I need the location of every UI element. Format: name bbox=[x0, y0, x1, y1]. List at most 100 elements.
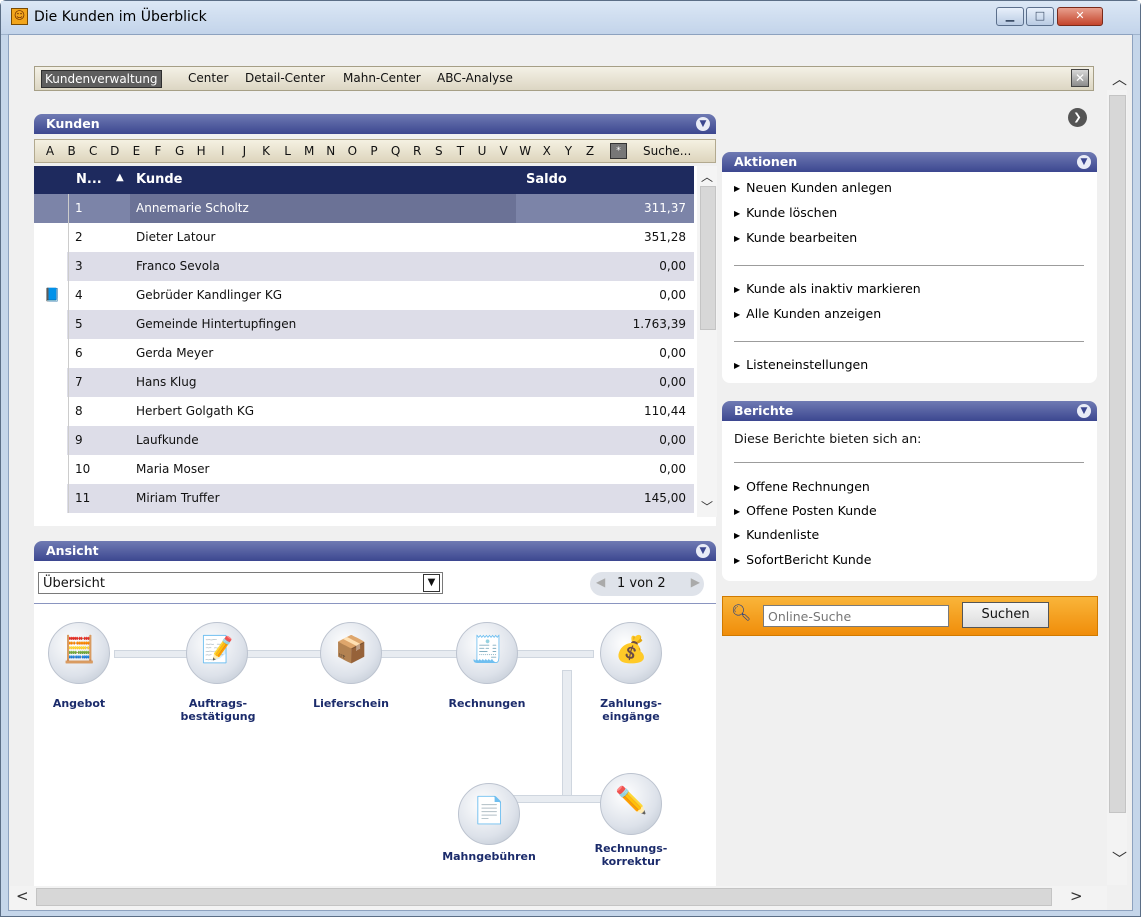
auftragsbestaetigung-icon[interactable]: 📝 bbox=[186, 622, 248, 684]
letter-filter-k[interactable]: K bbox=[259, 144, 273, 158]
zahlungseingaenge-label: Zahlungs- eingänge bbox=[600, 697, 662, 723]
scroll-right-icon[interactable]: > bbox=[1070, 887, 1083, 905]
cell-kunde: Dieter Latour bbox=[136, 230, 216, 244]
pager-label: 1 von 2 bbox=[617, 576, 666, 591]
table-row[interactable]: 11 Miriam Truffer 145,00 bbox=[34, 484, 694, 513]
pager-prev-icon[interactable]: ◀ bbox=[596, 575, 605, 589]
table-row[interactable]: 5 Gemeinde Hintertupfingen 1.763,39 bbox=[34, 310, 694, 339]
letter-filter-p[interactable]: P bbox=[367, 144, 381, 158]
tab-detail-center[interactable]: Detail-Center bbox=[242, 70, 328, 88]
scroll-down-icon[interactable]: ﹀ bbox=[1112, 848, 1127, 869]
letter-filter-n[interactable]: N bbox=[324, 144, 338, 158]
letter-filter-u[interactable]: U bbox=[475, 144, 489, 158]
rechnungskorrektur-icon[interactable]: ✏️ bbox=[600, 773, 662, 835]
online-search-input[interactable] bbox=[763, 605, 949, 627]
horizontal-scrollbar-thumb[interactable] bbox=[36, 888, 1052, 906]
table-scroll-down-icon[interactable]: ﹀ bbox=[701, 498, 713, 515]
letter-filter-c[interactable]: C bbox=[86, 144, 100, 158]
tab-abc-analyse[interactable]: ABC-Analyse bbox=[434, 70, 516, 88]
table-row[interactable]: 9 Laufkunde 0,00 bbox=[34, 426, 694, 455]
letter-filter-m[interactable]: M bbox=[302, 144, 316, 158]
letter-filter-o[interactable]: O bbox=[345, 144, 359, 158]
action-kunde-bearbeiten[interactable]: Kunde bearbeiten bbox=[734, 230, 857, 245]
table-row[interactable]: 3 Franco Sevola 0,00 bbox=[34, 252, 694, 281]
tab-center[interactable]: Center bbox=[185, 70, 231, 88]
action-kunde-loeschen[interactable]: Kunde löschen bbox=[734, 205, 837, 220]
letter-filter-r[interactable]: R bbox=[410, 144, 424, 158]
window-scrollbar-thumb[interactable] bbox=[1109, 95, 1126, 813]
table-row[interactable]: 8 Herbert Golgath KG 110,44 bbox=[34, 397, 694, 426]
letter-filter-v[interactable]: V bbox=[497, 144, 511, 158]
cell-saldo: 0,00 bbox=[659, 375, 686, 389]
letter-filter-x[interactable]: X bbox=[540, 144, 554, 158]
report-kundenliste[interactable]: Kundenliste bbox=[734, 527, 819, 542]
collapse-chevron-icon[interactable]: ▼ bbox=[1077, 404, 1091, 418]
view-select[interactable]: Übersicht ▼ bbox=[38, 572, 443, 594]
action-neuen-kunden-anlegen[interactable]: Neuen Kunden anlegen bbox=[734, 180, 892, 195]
scroll-left-icon[interactable]: < bbox=[16, 887, 29, 905]
tab-mahn-center[interactable]: Mahn-Center bbox=[340, 70, 424, 88]
rechnungen-icon[interactable]: 🧾 bbox=[456, 622, 518, 684]
sort-ascending-icon[interactable]: ▲ bbox=[116, 172, 124, 183]
note-book-icon[interactable]: 📘 bbox=[44, 281, 60, 310]
dropdown-arrow-icon[interactable]: ▼ bbox=[423, 574, 440, 592]
report-sofortbericht[interactable]: SofortBericht Kunde bbox=[734, 552, 871, 567]
letter-filter-l[interactable]: L bbox=[281, 144, 295, 158]
search-button[interactable]: Suchen bbox=[962, 602, 1049, 628]
table-row[interactable]: 6 Gerda Meyer 0,00 bbox=[34, 339, 694, 368]
table-row[interactable]: 1 Annemarie Scholtz 311,37 bbox=[34, 194, 694, 223]
letter-filter-s[interactable]: S bbox=[432, 144, 446, 158]
collapse-chevron-icon[interactable]: ▼ bbox=[696, 544, 710, 558]
report-offene-posten[interactable]: Offene Posten Kunde bbox=[734, 503, 877, 518]
tab-kundenverwaltung[interactable]: Kundenverwaltung bbox=[41, 70, 162, 88]
table-scrollbar-thumb[interactable] bbox=[700, 186, 716, 330]
letter-filter-h[interactable]: H bbox=[194, 144, 208, 158]
letter-filter-y[interactable]: Y bbox=[561, 144, 575, 158]
table-row[interactable]: 10 Maria Moser 0,00 bbox=[34, 455, 694, 484]
search-link[interactable]: Suche... bbox=[643, 144, 691, 158]
letter-filter-d[interactable]: D bbox=[108, 144, 122, 158]
pager-next-icon[interactable]: ▶ bbox=[691, 575, 700, 589]
maximize-button[interactable]: □ bbox=[1026, 7, 1054, 26]
close-module-button[interactable]: ✕ bbox=[1071, 69, 1089, 87]
action-listeneinstellungen[interactable]: Listeneinstellungen bbox=[734, 357, 868, 372]
letter-filter-b[interactable]: B bbox=[65, 144, 79, 158]
minimize-button[interactable]: ▁ bbox=[996, 7, 1024, 26]
expand-panel-icon[interactable]: ❯ bbox=[1068, 108, 1087, 127]
column-header-saldo[interactable]: Saldo bbox=[526, 172, 567, 187]
zahlungseingaenge-icon[interactable]: 💰 bbox=[600, 622, 662, 684]
scroll-up-icon[interactable]: ︿ bbox=[1112, 68, 1127, 89]
all-letters-icon[interactable]: * bbox=[610, 143, 627, 159]
kunden-panel-header: Kunden ▼ bbox=[34, 114, 716, 134]
letter-filter-a[interactable]: A bbox=[43, 144, 57, 158]
table-row[interactable]: 2 Dieter Latour 351,28 bbox=[34, 223, 694, 252]
cell-nr: 10 bbox=[68, 455, 132, 484]
action-alle-kunden[interactable]: Alle Kunden anzeigen bbox=[734, 306, 881, 321]
close-button[interactable]: ✕ bbox=[1057, 7, 1103, 26]
letter-filter-j[interactable]: J bbox=[237, 144, 251, 158]
letter-filter-t[interactable]: T bbox=[453, 144, 467, 158]
berichte-panel-title: Berichte bbox=[734, 403, 794, 418]
letter-filter-w[interactable]: W bbox=[518, 144, 532, 158]
collapse-chevron-icon[interactable]: ▼ bbox=[1077, 155, 1091, 169]
mahngebuehren-icon[interactable]: 📄 bbox=[458, 783, 520, 845]
letter-filter-q[interactable]: Q bbox=[389, 144, 403, 158]
table-row[interactable]: 7 Hans Klug 0,00 bbox=[34, 368, 694, 397]
letter-filter-g[interactable]: G bbox=[173, 144, 187, 158]
lieferschein-icon[interactable]: 📦 bbox=[320, 622, 382, 684]
collapse-chevron-icon[interactable]: ▼ bbox=[696, 117, 710, 131]
letter-filter-z[interactable]: Z bbox=[583, 144, 597, 158]
cell-saldo: 1.763,39 bbox=[632, 317, 686, 331]
app-icon: ☺ bbox=[11, 8, 28, 25]
column-header-kunde[interactable]: Kunde bbox=[136, 172, 182, 187]
letter-filter-i[interactable]: I bbox=[216, 144, 230, 158]
row-indicator bbox=[34, 310, 67, 339]
report-offene-rechnungen[interactable]: Offene Rechnungen bbox=[734, 479, 870, 494]
angebot-icon[interactable]: 🧮 bbox=[48, 622, 110, 684]
column-header-nr[interactable]: N... bbox=[76, 172, 102, 187]
table-scroll-up-icon[interactable]: ︿ bbox=[701, 168, 713, 185]
action-kunde-inaktiv[interactable]: Kunde als inaktiv markieren bbox=[734, 281, 921, 296]
table-row[interactable]: 4 Gebrüder Kandlinger KG 0,00 📘 bbox=[34, 281, 694, 310]
letter-filter-f[interactable]: F bbox=[151, 144, 165, 158]
letter-filter-e[interactable]: E bbox=[129, 144, 143, 158]
